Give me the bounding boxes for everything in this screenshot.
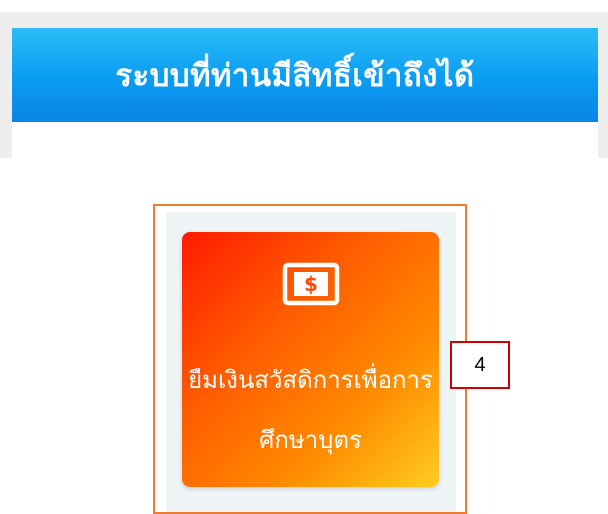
header-spacer: [12, 122, 598, 158]
annotation-number: 4: [450, 341, 510, 389]
svg-text:$: $: [304, 272, 318, 296]
loan-welfare-education-tile[interactable]: $ ยืมเงินสวัสดิการเพื่อการศึกษาบุตร: [182, 232, 439, 487]
tile-label: ยืมเงินสวัสดิการเพื่อการศึกษาบุตร: [188, 366, 433, 454]
systems-banner: ระบบที่ท่านมีสิทธิ์เข้าถึงได้: [12, 28, 598, 122]
page-title: ระบบที่ท่านมีสิทธิ์เข้าถึงได้: [115, 58, 475, 94]
dollar-bill-icon: $: [282, 262, 340, 306]
